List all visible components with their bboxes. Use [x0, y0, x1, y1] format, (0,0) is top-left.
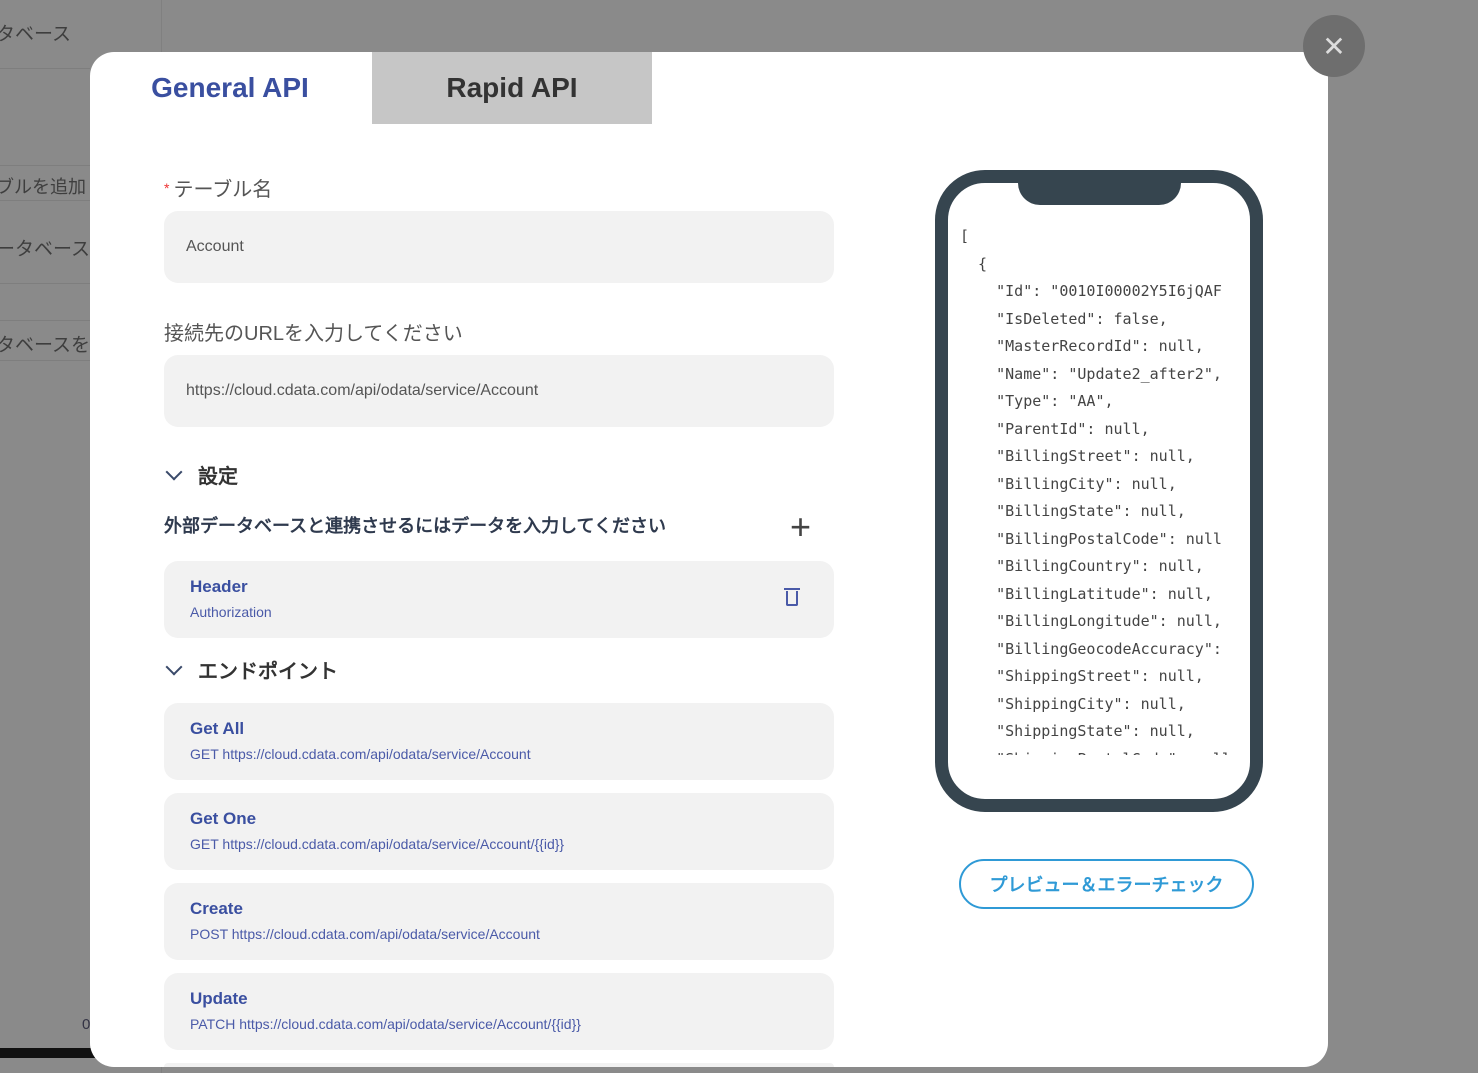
endpoint-card[interactable]: Update PATCH https://cloud.cdata.com/api… [164, 973, 834, 1050]
tab-general-api[interactable]: General API [130, 52, 330, 124]
preview-error-check-button[interactable]: プレビュー＆エラーチェック [959, 859, 1254, 909]
table-name-input[interactable]: Account [164, 211, 834, 283]
endpoint-url: POST https://cloud.cdata.com/api/odata/s… [190, 926, 540, 942]
endpoint-url: GET https://cloud.cdata.com/api/odata/se… [190, 836, 565, 852]
url-input[interactable]: https://cloud.cdata.com/api/odata/servic… [164, 355, 834, 427]
table-name-label-text: テーブル名 [173, 179, 273, 201]
endpoint-card[interactable]: Get All GET https://cloud.cdata.com/api/… [164, 703, 834, 780]
header-card-subtitle: Authorization [190, 604, 272, 620]
endpoint-title: Get All [190, 719, 245, 738]
phone-preview: [ { "Id": "0010I00002Y5I6jQAF "IsDeleted… [935, 170, 1263, 812]
background-item: ブルを追加 [0, 177, 86, 197]
chevron-down-icon [165, 463, 183, 480]
add-icon[interactable]: + [790, 506, 811, 548]
api-modal: General API Rapid API * テーブル名 Account 接続先… [90, 52, 1328, 1067]
endpoint-title: Update [190, 989, 248, 1008]
url-label: 接続先のURLを入力してください [164, 323, 463, 345]
header-card-title: Header [190, 577, 248, 596]
phone-notch [1018, 183, 1181, 205]
background-divider [0, 283, 90, 284]
settings-title: 設定 [198, 466, 238, 488]
background-bar [0, 1048, 95, 1058]
endpoints-section-toggle[interactable]: エンドポイント [164, 655, 338, 684]
endpoint-title: Create [190, 899, 243, 918]
required-mark: * [164, 180, 170, 196]
endpoint-url: PATCH https://cloud.cdata.com/api/odata/… [190, 1016, 581, 1032]
endpoint-card[interactable]: Create POST https://cloud.cdata.com/api/… [164, 883, 834, 960]
settings-hint: 外部データベースと連携させるにはデータを入力してください [164, 516, 667, 536]
settings-section-toggle[interactable]: 設定 [164, 460, 238, 489]
tab-rapid-api[interactable]: Rapid API [372, 52, 652, 124]
table-name-label: * テーブル名 [164, 173, 272, 202]
background-divider [0, 320, 90, 321]
close-icon[interactable]: ✕ [1303, 15, 1365, 77]
endpoint-title: Get One [190, 809, 257, 828]
background-divider [0, 165, 90, 166]
endpoints-title: エンドポイント [198, 661, 338, 683]
json-preview[interactable]: [ { "Id": "0010I00002Y5I6jQAF "IsDeleted… [960, 223, 1250, 755]
background-item: タベース [0, 24, 72, 45]
background-divider [0, 68, 90, 69]
endpoint-card-partial[interactable] [164, 1063, 834, 1067]
endpoint-url: GET https://cloud.cdata.com/api/odata/se… [190, 746, 531, 762]
header-card[interactable]: Header Authorization [164, 561, 834, 638]
endpoint-card[interactable]: Get One GET https://cloud.cdata.com/api/… [164, 793, 834, 870]
trash-icon[interactable] [784, 588, 800, 606]
background-divider [0, 360, 90, 361]
background-item: ータベース [0, 239, 91, 260]
background-divider [0, 200, 90, 201]
chevron-down-icon [165, 658, 183, 675]
